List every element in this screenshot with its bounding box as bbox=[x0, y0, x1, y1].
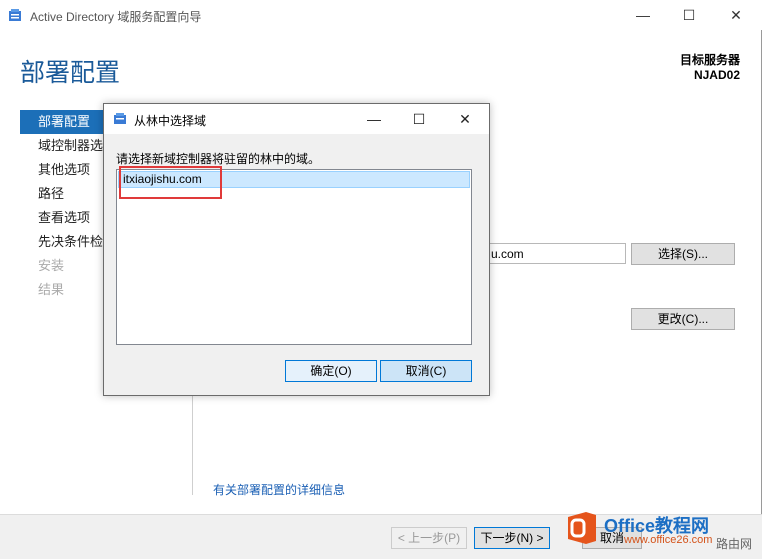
dialog-minimize-button[interactable]: — bbox=[353, 104, 395, 134]
office-logo-icon bbox=[568, 512, 596, 544]
dialog-close-button[interactable]: ✕ bbox=[444, 104, 486, 134]
watermark-extra: 路由网 bbox=[715, 537, 752, 551]
maximize-button[interactable]: ☐ bbox=[669, 0, 709, 30]
dialog-cancel-button[interactable]: 取消(C) bbox=[380, 360, 472, 382]
change-button[interactable]: 更改(C)... bbox=[631, 308, 735, 330]
select-button[interactable]: 选择(S)... bbox=[631, 243, 735, 265]
dialog-maximize-button[interactable]: ☐ bbox=[398, 104, 440, 134]
next-button[interactable]: 下一步(N) > bbox=[474, 527, 550, 549]
minimize-button[interactable]: — bbox=[623, 0, 663, 30]
server-manager-icon bbox=[9, 9, 21, 21]
page-title: 部署配置 bbox=[20, 59, 121, 87]
target-server-block: 目标服务器 NJAD02 bbox=[680, 53, 740, 83]
more-info-link[interactable]: 有关部署配置的详细信息 bbox=[213, 481, 345, 498]
window-titlebar: Active Directory 域服务配置向导 — ☐ ✕ bbox=[0, 0, 762, 30]
annotation-highlight-box bbox=[119, 166, 222, 199]
select-domain-dialog: 从林中选择域 — ☐ ✕ 请选择新域控制器将驻留的林中的域。 itxiaojis… bbox=[103, 103, 490, 396]
domain-name-field[interactable]: u.com bbox=[488, 243, 626, 264]
dialog-prompt: 请选择新域控制器将驻留的林中的域。 bbox=[116, 152, 321, 166]
dialog-title: 从林中选择域 bbox=[134, 114, 207, 128]
ok-button[interactable]: 确定(O) bbox=[285, 360, 377, 382]
close-button[interactable]: ✕ bbox=[716, 0, 756, 30]
dialog-titlebar: 从林中选择域 — ☐ ✕ bbox=[104, 104, 489, 134]
previous-button[interactable]: < 上一步(P) bbox=[391, 527, 467, 549]
watermark-url: www.office26.com bbox=[624, 534, 713, 546]
window-title: Active Directory 域服务配置向导 bbox=[30, 10, 202, 24]
watermark: Office教程网 www.office26.com 路由网 bbox=[564, 510, 754, 552]
domain-icon bbox=[114, 113, 126, 124]
target-server-label: 目标服务器 bbox=[679, 53, 740, 67]
target-server-name: NJAD02 bbox=[693, 68, 740, 82]
